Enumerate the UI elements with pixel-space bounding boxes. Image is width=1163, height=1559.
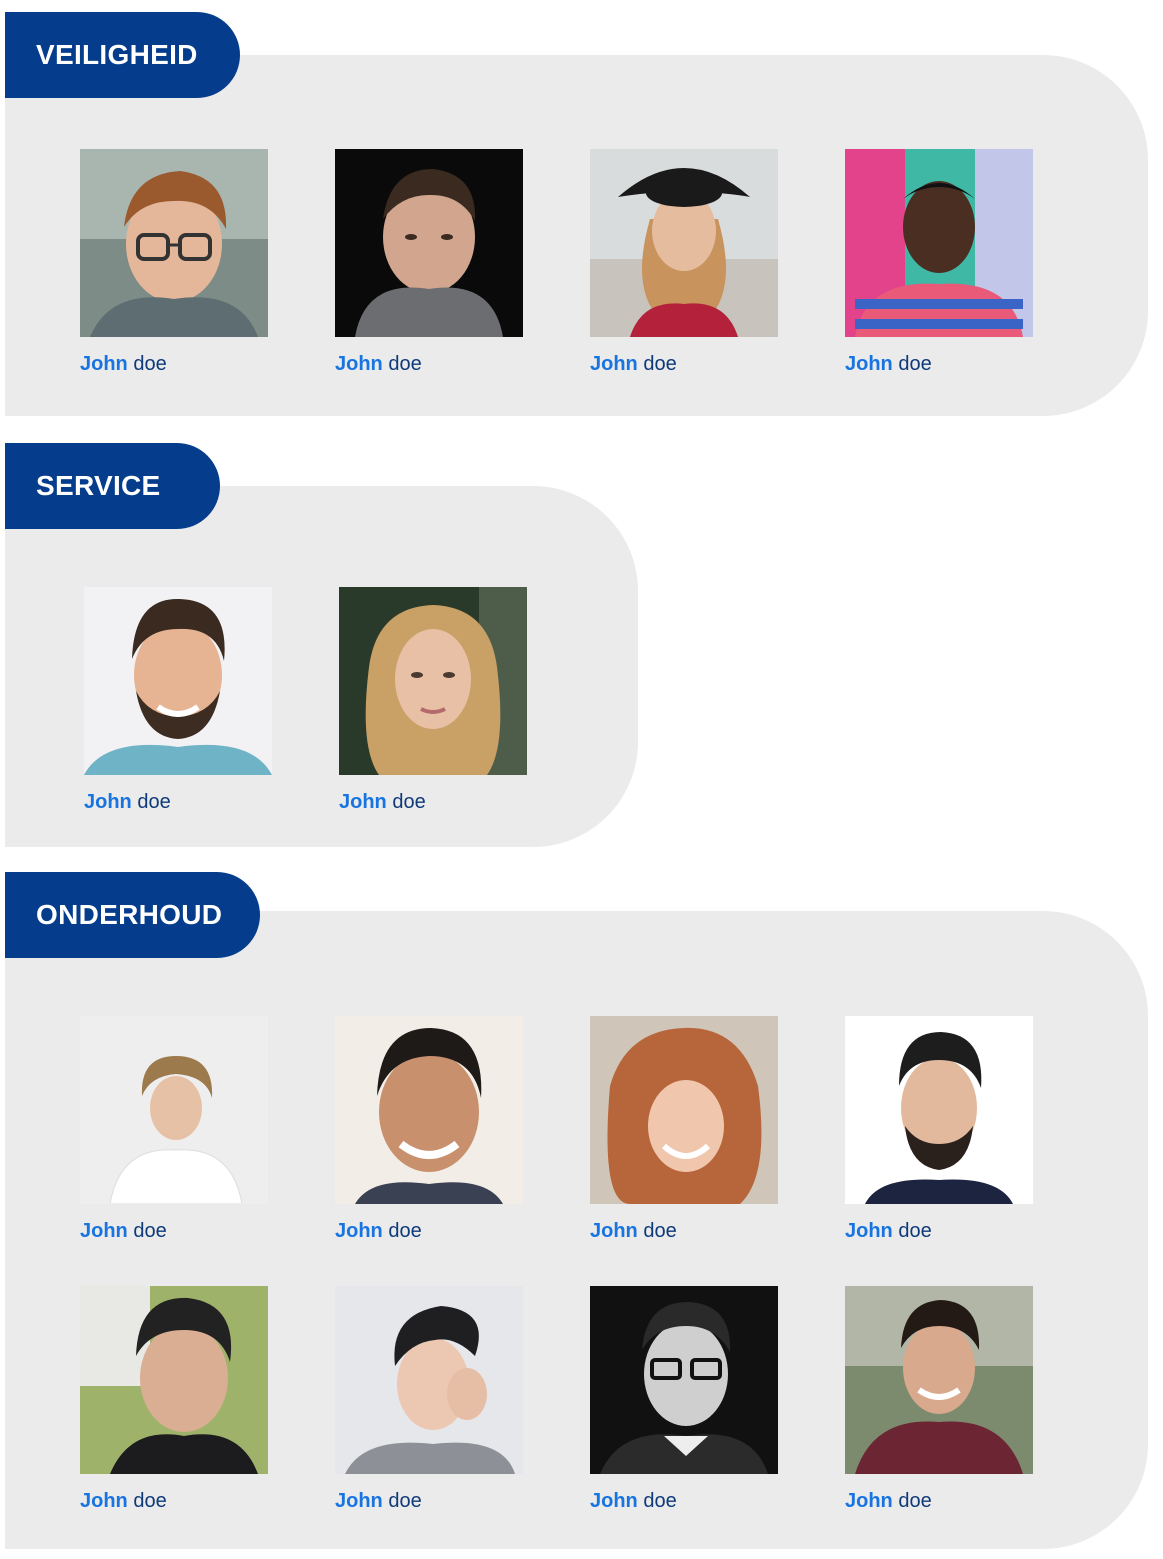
person-name: John doe xyxy=(845,1220,932,1242)
person-name: John doe xyxy=(335,353,422,375)
person-name: John doe xyxy=(590,1220,677,1242)
team-member-card[interactable]: John doe xyxy=(335,149,523,376)
section-title-onderhoud: ONDERHOUD xyxy=(5,872,260,958)
person-photo xyxy=(84,587,272,775)
person-name: John doe xyxy=(590,1490,677,1512)
person-name: John doe xyxy=(335,1490,422,1512)
person-photo xyxy=(80,1286,268,1474)
team-member-card[interactable]: John doe xyxy=(80,1286,268,1513)
person-photo xyxy=(335,1016,523,1204)
person-name: John doe xyxy=(335,1220,422,1242)
team-member-card[interactable]: John doe xyxy=(845,1016,1033,1243)
team-member-card[interactable]: John doe xyxy=(335,1286,523,1513)
team-member-card[interactable]: John doe xyxy=(335,1016,523,1243)
team-member-card[interactable]: John doe xyxy=(84,587,272,814)
person-photo xyxy=(335,149,523,337)
person-name: John doe xyxy=(80,1490,167,1512)
person-photo xyxy=(845,1016,1033,1204)
person-photo xyxy=(80,1016,268,1204)
team-member-card[interactable]: John doe xyxy=(590,1286,778,1513)
person-photo xyxy=(80,149,268,337)
person-photo xyxy=(339,587,527,775)
person-photo xyxy=(845,1286,1033,1474)
person-photo xyxy=(335,1286,523,1474)
person-photo xyxy=(590,1016,778,1204)
section-title-service: SERVICE xyxy=(5,443,220,529)
team-member-card[interactable]: John doe xyxy=(845,149,1033,376)
person-name: John doe xyxy=(845,353,932,375)
section-title-veiligheid: VEILIGHEID xyxy=(5,12,240,98)
team-member-card[interactable]: John doe xyxy=(845,1286,1033,1513)
team-member-card[interactable]: John doe xyxy=(339,587,527,814)
person-name: John doe xyxy=(590,353,677,375)
team-member-card[interactable]: John doe xyxy=(80,1016,268,1243)
person-photo xyxy=(590,1286,778,1474)
person-name: John doe xyxy=(84,791,171,813)
person-name: John doe xyxy=(80,1220,167,1242)
person-name: John doe xyxy=(80,353,167,375)
person-photo xyxy=(590,149,778,337)
team-member-card[interactable]: John doe xyxy=(590,1016,778,1243)
team-member-card[interactable]: John doe xyxy=(80,149,268,376)
person-photo xyxy=(845,149,1033,337)
person-name: John doe xyxy=(845,1490,932,1512)
person-name: John doe xyxy=(339,791,426,813)
team-member-card[interactable]: John doe xyxy=(590,149,778,376)
